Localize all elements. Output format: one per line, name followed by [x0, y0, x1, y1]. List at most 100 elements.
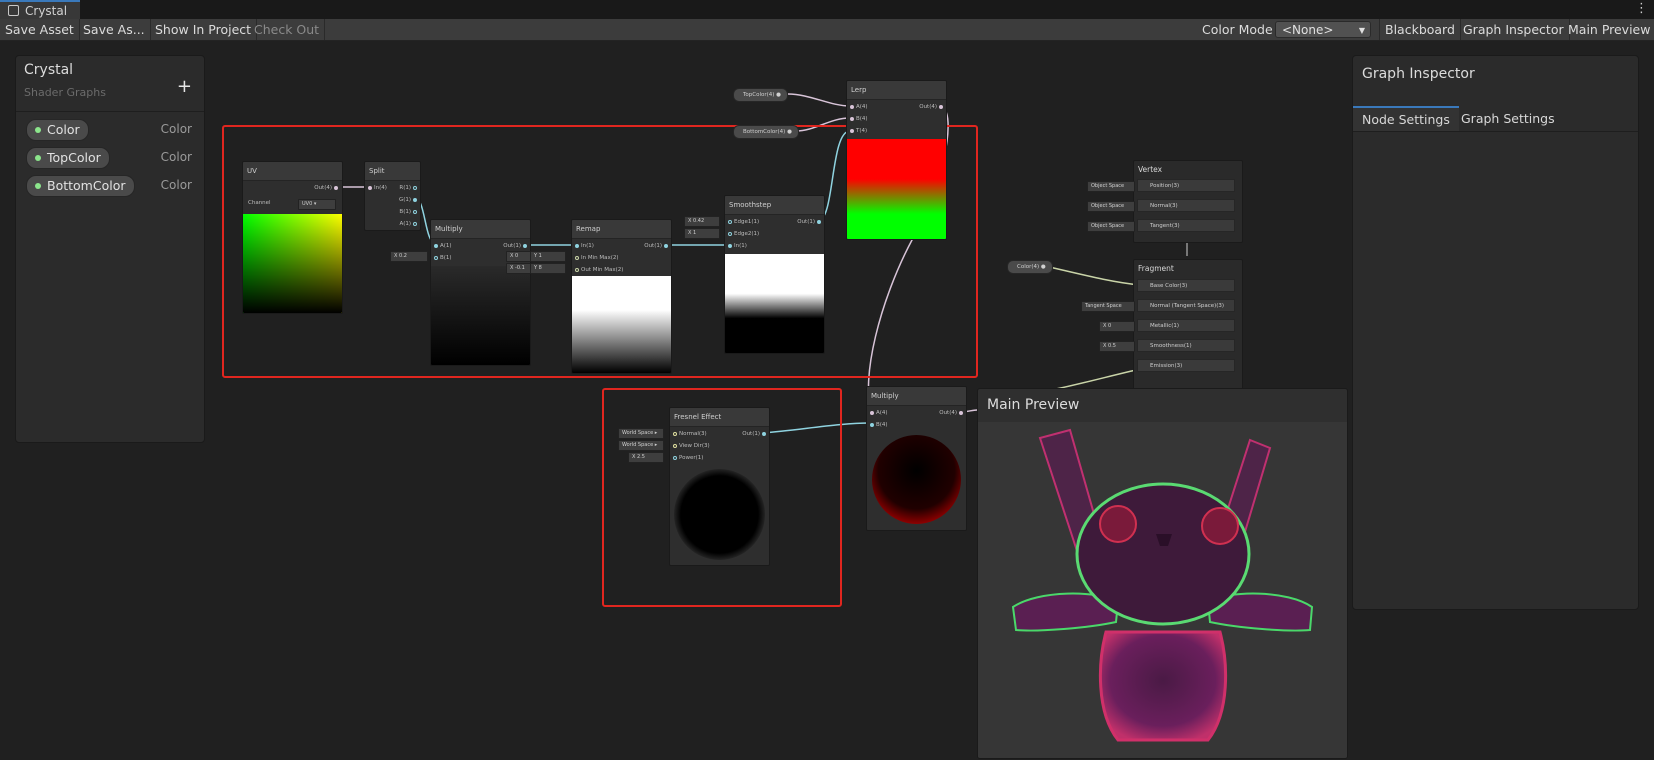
- vertex-context[interactable]: Vertex Position(3) Normal(3) Tangent(3): [1133, 160, 1243, 243]
- lerp-out-port[interactable]: Out(4): [919, 104, 945, 110]
- tangent-space[interactable]: Object Space: [1087, 221, 1135, 232]
- color-property-node[interactable]: Color(4) ●: [1007, 260, 1053, 274]
- wire-multiply-emission: [1055, 368, 1141, 390]
- smoothness-slot[interactable]: Smoothness(1): [1137, 339, 1235, 352]
- smoothstep-out-port[interactable]: Out(1): [797, 219, 823, 225]
- vertex-normal-slot[interactable]: Normal(3): [1137, 199, 1235, 212]
- inspector-tabs: Node Settings Graph Settings: [1353, 106, 1638, 132]
- node-title: Multiply: [867, 387, 966, 406]
- divider: [16, 111, 204, 112]
- inspector-title: Graph Inspector: [1362, 66, 1475, 82]
- vertex-position-slot[interactable]: Position(3): [1137, 179, 1235, 192]
- node-title: UV: [243, 162, 342, 181]
- multiply2-preview: [867, 432, 966, 530]
- node-title: Lerp: [847, 81, 946, 100]
- uv-node[interactable]: UV Out(4) Channel UV0 ▾: [242, 161, 343, 314]
- split-node[interactable]: Split In(4) R(1) G(1) B(1) A(1): [364, 161, 421, 231]
- fresnel-normal-space[interactable]: World Space ▸: [618, 428, 664, 439]
- smoothstep-edge1-input[interactable]: X 0.42: [684, 216, 720, 227]
- fresnel-power-port[interactable]: Power(1): [671, 455, 703, 461]
- position-space[interactable]: Object Space: [1087, 181, 1135, 192]
- node-title: Fresnel Effect: [670, 408, 769, 427]
- multiply-node[interactable]: Multiply A(1) B(1) Out(1): [430, 219, 531, 366]
- multiply-preview: [431, 266, 530, 365]
- fragment-title: Fragment: [1138, 264, 1174, 273]
- property-type: Color: [160, 178, 192, 192]
- normal-space[interactable]: Object Space: [1087, 201, 1135, 212]
- color-dot-icon: [35, 127, 41, 133]
- multiply-out-port[interactable]: Out(1): [503, 243, 529, 249]
- smoothstep-edge2-port[interactable]: Edge2(1): [726, 231, 759, 237]
- multiply2-b-port[interactable]: B(4): [868, 422, 888, 428]
- lerp-node[interactable]: Lerp A(4) B(4) T(4) Out(4): [846, 80, 947, 240]
- topcolor-property-node[interactable]: TopColor(4) ●: [733, 88, 788, 102]
- split-b-port[interactable]: B(1): [399, 209, 419, 215]
- graph-inspector-panel: Graph Inspector Node Settings Graph Sett…: [1352, 55, 1639, 610]
- multiply2-a-port[interactable]: A(4): [868, 410, 888, 416]
- normal-tangent-slot[interactable]: Normal (Tangent Space)(3): [1137, 299, 1235, 312]
- fresnel-viewdir-space[interactable]: World Space ▸: [618, 440, 664, 451]
- fresnel-viewdir-port[interactable]: View Dir(3): [671, 443, 710, 449]
- fragment-context[interactable]: Fragment Base Color(3) Normal (Tangent S…: [1133, 259, 1243, 391]
- smoothstep-node[interactable]: Smoothstep Edge1(1) Edge2(1) In(1) Out(1…: [724, 195, 825, 354]
- split-in-port[interactable]: In(4): [366, 185, 387, 191]
- remap-in-port[interactable]: In(1): [573, 243, 594, 249]
- split-g-port[interactable]: G(1): [399, 197, 419, 203]
- remap-node[interactable]: Remap In(1) In Min Max(2) Out Min Max(2)…: [571, 219, 672, 374]
- metallic-input[interactable]: X 0: [1099, 321, 1135, 332]
- bottomcolor-property-node[interactable]: BottomColor(4) ●: [733, 125, 799, 139]
- uv-out-port[interactable]: Out(4): [314, 185, 340, 191]
- color-dot-icon: [35, 183, 41, 189]
- tab-graph-settings[interactable]: Graph Settings: [1452, 106, 1564, 131]
- multiply-node-2[interactable]: Multiply A(4) B(4) Out(4): [866, 386, 967, 531]
- fresnel-effect-node[interactable]: Fresnel Effect Normal(3) View Dir(3) Pow…: [669, 407, 770, 566]
- smoothstep-edge1-port[interactable]: Edge1(1): [726, 219, 759, 225]
- fresnel-power-input[interactable]: X 2.5: [628, 452, 664, 463]
- blackboard-panel: Crystal Shader Graphs + Color Color TopC…: [15, 55, 205, 443]
- blackboard-title: Crystal: [24, 62, 74, 78]
- lerp-a-port[interactable]: A(4): [848, 104, 868, 110]
- main-preview-panel: Main Preview: [977, 388, 1348, 759]
- preview-viewport[interactable]: [978, 422, 1347, 758]
- lerp-b-port[interactable]: B(4): [848, 116, 868, 122]
- add-property-button[interactable]: +: [177, 76, 192, 97]
- bunny-model-preview: [1011, 428, 1314, 742]
- channel-label: Channel: [248, 200, 271, 206]
- metallic-slot[interactable]: Metallic(1): [1137, 319, 1235, 332]
- channel-select[interactable]: UV0 ▾: [298, 199, 336, 210]
- remap-in-max-input[interactable]: Y 1: [530, 251, 566, 262]
- smoothstep-in-port[interactable]: In(1): [726, 243, 747, 249]
- remap-out-port[interactable]: Out(1): [644, 243, 670, 249]
- multiply-b-input[interactable]: X 0.2: [390, 251, 428, 262]
- lerp-t-port[interactable]: T(4): [848, 128, 867, 134]
- blackboard-subtitle: Shader Graphs: [24, 86, 106, 99]
- split-r-port[interactable]: R(1): [399, 185, 419, 191]
- node-title: Multiply: [431, 220, 530, 239]
- remap-out-minmax-port[interactable]: Out Min Max(2): [573, 267, 623, 273]
- fresnel-out-port[interactable]: Out(1): [742, 431, 768, 437]
- smoothness-input[interactable]: X 0.5: [1099, 341, 1135, 352]
- smoothstep-edge2-input[interactable]: X 1: [684, 228, 720, 239]
- node-title: Remap: [572, 220, 671, 239]
- multiply-b-port[interactable]: B(1): [432, 255, 452, 261]
- remap-in-minmax-port[interactable]: In Min Max(2): [573, 255, 619, 261]
- base-color-slot[interactable]: Base Color(3): [1137, 279, 1235, 292]
- fresnel-normal-port[interactable]: Normal(3): [671, 431, 707, 437]
- normal-tangent-space[interactable]: Tangent Space: [1081, 301, 1135, 312]
- node-title: Smoothstep: [725, 196, 824, 215]
- uv-preview: [243, 214, 342, 313]
- remap-preview: [572, 276, 671, 373]
- remap-in-min-input[interactable]: X 0: [506, 251, 532, 262]
- split-a-port[interactable]: A(1): [399, 221, 419, 227]
- property-bottomcolor[interactable]: BottomColor: [26, 175, 135, 197]
- property-topcolor[interactable]: TopColor: [26, 147, 110, 169]
- property-type: Color: [160, 122, 192, 136]
- multiply-a-port[interactable]: A(1): [432, 243, 452, 249]
- multiply2-out-port[interactable]: Out(4): [939, 410, 965, 416]
- remap-out-max-input[interactable]: Y 8: [530, 263, 566, 274]
- tab-node-settings[interactable]: Node Settings: [1353, 106, 1459, 131]
- emission-slot[interactable]: Emission(3): [1137, 359, 1235, 372]
- fresnel-preview: [670, 466, 769, 565]
- vertex-tangent-slot[interactable]: Tangent(3): [1137, 219, 1235, 232]
- property-color[interactable]: Color: [26, 119, 89, 141]
